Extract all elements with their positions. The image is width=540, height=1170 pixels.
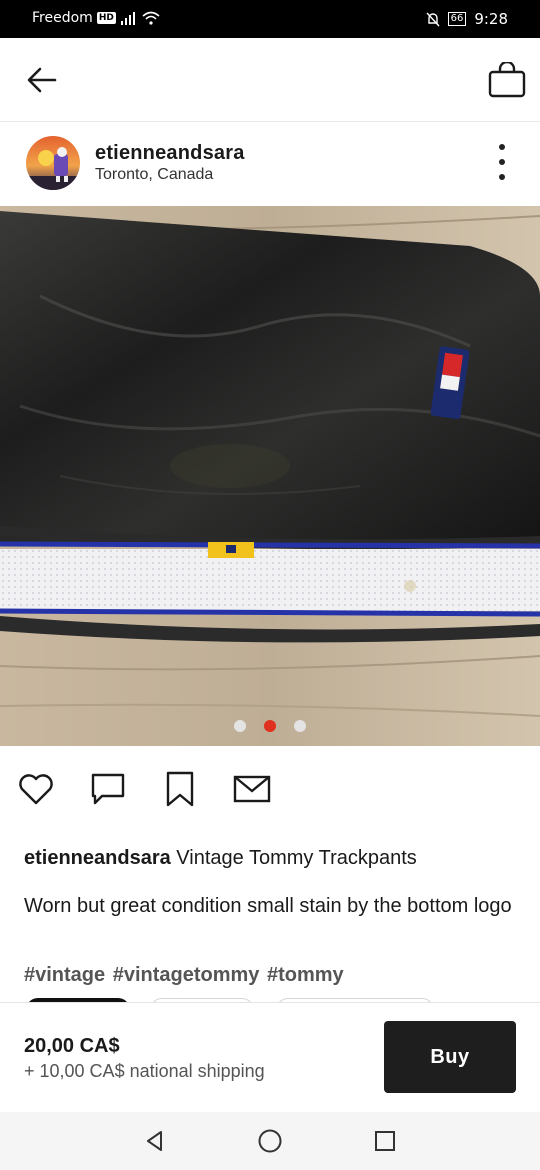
- bell-off-icon: [426, 12, 440, 26]
- product-photo[interactable]: [0, 206, 540, 746]
- nav-back-button[interactable]: [140, 1126, 170, 1156]
- post-hashtags[interactable]: #vintage #vintagetommy #tommy: [24, 964, 514, 987]
- gallery-dot-active[interactable]: [264, 720, 276, 732]
- clock: 9:28: [474, 10, 508, 28]
- message-button[interactable]: [232, 766, 272, 812]
- nav-recents-button[interactable]: [370, 1126, 400, 1156]
- status-bar: Freedom HD 66 9:28: [0, 0, 540, 38]
- post-description: Worn but great condition small stain by …: [24, 895, 512, 917]
- bookmark-icon: [166, 771, 194, 807]
- gallery-indicator: [0, 720, 540, 732]
- signal-icon: [120, 12, 135, 25]
- nav-home-button[interactable]: [255, 1126, 285, 1156]
- seller-location: Toronto, Canada: [95, 166, 214, 183]
- comment-icon: [91, 773, 125, 805]
- post-actions: [0, 766, 540, 816]
- more-vertical-icon-dot: [499, 159, 505, 165]
- recents-square-icon: [375, 1131, 395, 1151]
- heart-icon: [19, 774, 53, 805]
- comment-button[interactable]: [88, 766, 128, 812]
- purchase-bar: 20,00 CA$ + 10,00 CA$ national shipping …: [0, 1002, 540, 1112]
- more-options-button[interactable]: [492, 144, 512, 180]
- status-left: Freedom HD: [32, 10, 160, 26]
- network-badge: HD: [96, 12, 116, 24]
- back-triangle-icon: [147, 1131, 162, 1151]
- gallery-dot[interactable]: [294, 720, 306, 732]
- post-caption: etienneandsara Vintage Tommy Trackpants: [24, 846, 514, 870]
- gallery-dot[interactable]: [234, 720, 246, 732]
- status-right: 66 9:28: [426, 10, 508, 28]
- arrow-left-icon: [27, 67, 57, 93]
- save-button[interactable]: [160, 766, 200, 812]
- seller-username[interactable]: etienneandsara: [95, 142, 245, 165]
- shipping-info: + 10,00 CA$ national shipping: [24, 1061, 265, 1081]
- message-icon: [233, 775, 271, 803]
- caption-username[interactable]: etienneandsara: [24, 847, 171, 869]
- more-vertical-icon-dot: [499, 174, 505, 180]
- more-vertical-icon: [499, 144, 505, 150]
- wifi-icon: [142, 11, 160, 25]
- bag-button[interactable]: [486, 60, 528, 100]
- caption-title: Vintage Tommy Trackpants: [176, 847, 417, 869]
- buy-button[interactable]: Buy: [384, 1021, 516, 1093]
- back-button[interactable]: [24, 62, 60, 98]
- avatar-image: [26, 136, 80, 190]
- system-nav-bar: [0, 1112, 540, 1170]
- shopping-bag-icon: [488, 62, 526, 98]
- like-button[interactable]: [16, 766, 56, 812]
- home-circle-icon: [258, 1129, 282, 1153]
- battery-icon: 66: [447, 12, 467, 26]
- product-photo-canvas: [0, 206, 540, 746]
- avatar[interactable]: [26, 136, 80, 190]
- seller-row: etienneandsara Toronto, Canada: [0, 122, 540, 206]
- app-header: [0, 38, 540, 122]
- carrier-label: Freedom: [32, 10, 93, 26]
- price: 20,00 CA$: [24, 1035, 120, 1057]
